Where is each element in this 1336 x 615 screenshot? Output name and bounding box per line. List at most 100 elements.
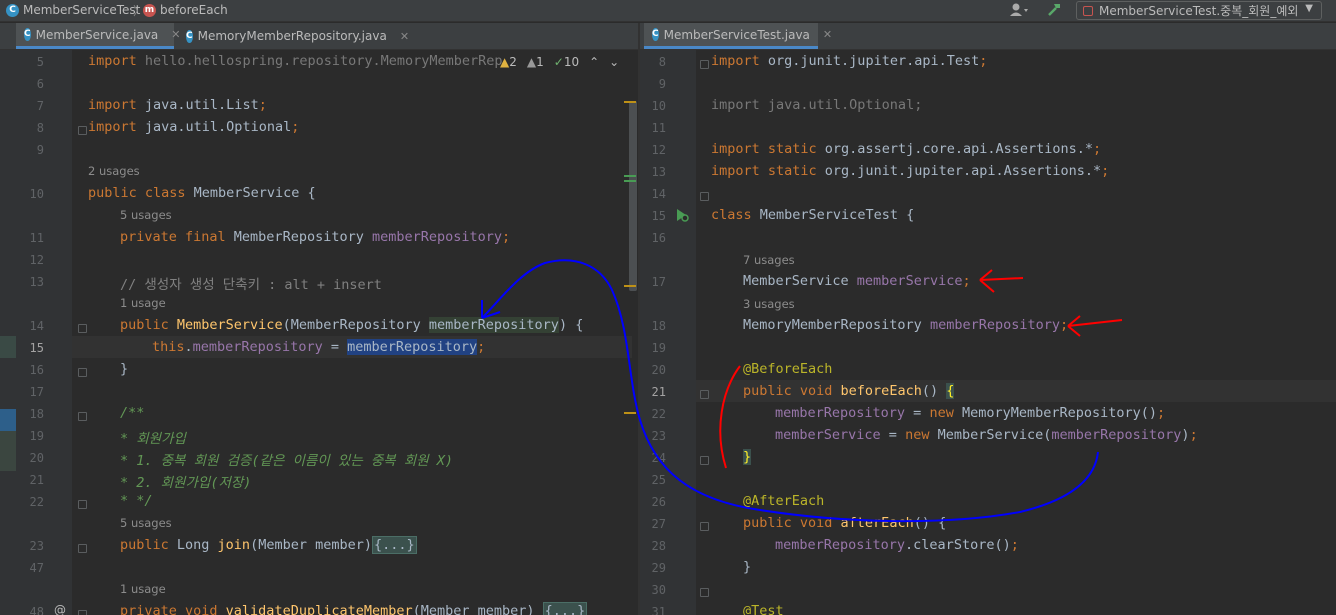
line-number: 11	[29, 231, 44, 245]
fold-marker[interactable]	[700, 456, 709, 465]
fold-marker[interactable]	[78, 544, 87, 553]
usage-hint[interactable]: 5 usages	[120, 516, 172, 530]
usage-hint[interactable]: 1 usage	[120, 582, 166, 596]
code-line[interactable]: memberRepository = new MemoryMemberRepos…	[775, 405, 1165, 421]
code-line[interactable]: // 생성자 생성 단축키 : alt + insert	[120, 273, 382, 293]
code-line[interactable]: }	[743, 559, 751, 575]
code-line[interactable]: * 1. 중복 회원 검증(같은 이름이 있는 중복 회원 X)	[120, 449, 453, 469]
code-line[interactable]: import java.util.List;	[88, 97, 267, 113]
code-line[interactable]: import hello.hellospring.repository.Memo…	[88, 53, 503, 69]
code-line[interactable]: import java.util.Optional;	[88, 119, 299, 135]
fold-marker[interactable]	[78, 610, 87, 615]
code-line[interactable]: import java.util.Optional;	[711, 97, 922, 113]
chevron-up-icon[interactable]: ⌃	[589, 55, 599, 69]
line-number: 22	[651, 407, 666, 421]
tab-member-service[interactable]: C MemberService.java ✕	[16, 23, 181, 49]
usage-hint[interactable]: 1 usage	[120, 296, 166, 310]
usage-hint[interactable]: 3 usages	[743, 297, 795, 311]
breadcrumb-method[interactable]: m beforeEach	[143, 3, 228, 17]
fold-marker[interactable]	[78, 126, 87, 135]
code-line[interactable]: class MemberServiceTest {	[711, 207, 914, 223]
fold-marker[interactable]	[700, 192, 709, 201]
line-number: 12	[651, 143, 666, 157]
fold-marker[interactable]	[78, 412, 87, 421]
chevron-down-icon[interactable]: ⌄	[609, 55, 619, 69]
code-line[interactable]: import static org.assertj.core.api.Asser…	[711, 141, 1101, 157]
usage-hint[interactable]: 5 usages	[120, 208, 172, 222]
right-editor-pane: C MemberServiceTest.java ✕ 8 9 10 11 12 …	[640, 23, 1336, 615]
line-number: 18	[29, 407, 44, 421]
code-line[interactable]: public Long join(Member member) {...}	[120, 536, 417, 554]
line-number: 47	[29, 561, 44, 575]
fold-marker[interactable]	[700, 60, 709, 69]
breadcrumb-class[interactable]: C MemberServiceTest	[6, 3, 140, 17]
code-line[interactable]: * */	[120, 493, 153, 509]
code-line[interactable]: MemoryMemberRepository memberRepository;	[743, 317, 1068, 333]
code-line[interactable]: MemberService memberService;	[743, 273, 971, 289]
code-line[interactable]: }	[743, 449, 752, 465]
code-line[interactable]: memberService = new MemberService(member…	[775, 427, 1198, 443]
fold-marker[interactable]	[700, 522, 709, 531]
class-icon: C	[186, 29, 193, 43]
code-line[interactable]: @AfterEach	[743, 493, 824, 509]
line-number: 23	[651, 429, 666, 443]
line-number: 28	[651, 539, 666, 553]
tab-memory-member-repository[interactable]: C MemoryMemberRepository.java ✕	[178, 23, 409, 49]
weak-warnings-count[interactable]: ▲1	[527, 55, 544, 69]
code-line[interactable]: public void beforeEach() {	[743, 383, 955, 399]
line-number: 8	[658, 55, 666, 69]
code-line[interactable]: /**	[120, 405, 144, 421]
fold-marker[interactable]	[78, 324, 87, 333]
code-line[interactable]: import static org.junit.jupiter.api.Asse…	[711, 163, 1109, 179]
code-line[interactable]: public void afterEach() {	[743, 515, 946, 531]
class-icon: C	[6, 3, 19, 17]
tab-member-service-test[interactable]: C MemberServiceTest.java ✕	[644, 23, 832, 49]
code-line[interactable]: private final MemberRepository memberRep…	[120, 229, 510, 245]
line-number: 48	[29, 605, 44, 615]
check-icon: ✓	[553, 55, 564, 69]
class-icon: C	[652, 28, 659, 41]
method-icon: m	[143, 3, 156, 17]
code-line[interactable]: private void validateDuplicateMember(Mem…	[120, 602, 588, 615]
line-number: 13	[651, 165, 666, 179]
line-number: 30	[651, 583, 666, 597]
ok-count[interactable]: ✓10	[554, 55, 579, 69]
close-icon[interactable]: ✕	[823, 28, 832, 41]
usage-hint[interactable]: 2 usages	[88, 164, 140, 178]
left-tab-bar: C MemberService.java ✕ C MemoryMemberRep…	[0, 23, 638, 50]
run-configuration-select[interactable]: MemberServiceTest.중복_회원_예외 ▼	[1076, 1, 1322, 20]
warnings-count[interactable]: ▲2	[500, 55, 517, 69]
inspection-widget[interactable]: ▲2 ▲1 ✓10 ⌃ ⌄	[500, 55, 619, 69]
code-line[interactable]: memberRepository.clearStore();	[775, 537, 1019, 553]
line-number: 8	[36, 121, 44, 135]
line-number: 19	[29, 429, 44, 443]
build-hammer-icon[interactable]	[1046, 1, 1064, 22]
code-line[interactable]: import org.junit.jupiter.api.Test;	[711, 53, 987, 69]
code-line[interactable]: * 2. 회원가입(저장)	[120, 471, 251, 491]
fold-marker[interactable]	[700, 588, 709, 597]
line-number: 16	[651, 231, 666, 245]
override-at-icon: @	[54, 603, 66, 615]
code-line[interactable]: * 회원가입	[120, 427, 186, 447]
vertical-scrollbar[interactable]	[629, 101, 637, 291]
line-number: 20	[651, 363, 666, 377]
close-icon[interactable]: ✕	[400, 30, 409, 43]
fold-marker[interactable]	[78, 368, 87, 377]
code-line[interactable]: public class MemberService {	[88, 185, 316, 201]
line-number: 9	[658, 77, 666, 91]
line-number: 10	[651, 99, 666, 113]
code-line[interactable]: }	[120, 361, 128, 377]
line-number: 21	[651, 385, 666, 399]
code-line[interactable]: public MemberService(MemberRepository me…	[120, 317, 583, 333]
code-line[interactable]: this.memberRepository = memberRepository…	[152, 339, 485, 355]
user-icon[interactable]	[1008, 1, 1030, 22]
code-line[interactable]: @BeforeEach	[743, 361, 832, 377]
fold-marker[interactable]	[700, 390, 709, 399]
code-line[interactable]: @Test	[743, 603, 784, 615]
usage-hint[interactable]: 7 usages	[743, 253, 795, 267]
line-number: 7	[36, 99, 44, 113]
line-number: 13	[29, 275, 44, 289]
fold-marker[interactable]	[78, 500, 87, 509]
run-test-icon[interactable]	[674, 207, 690, 227]
line-number: 15	[651, 209, 666, 223]
